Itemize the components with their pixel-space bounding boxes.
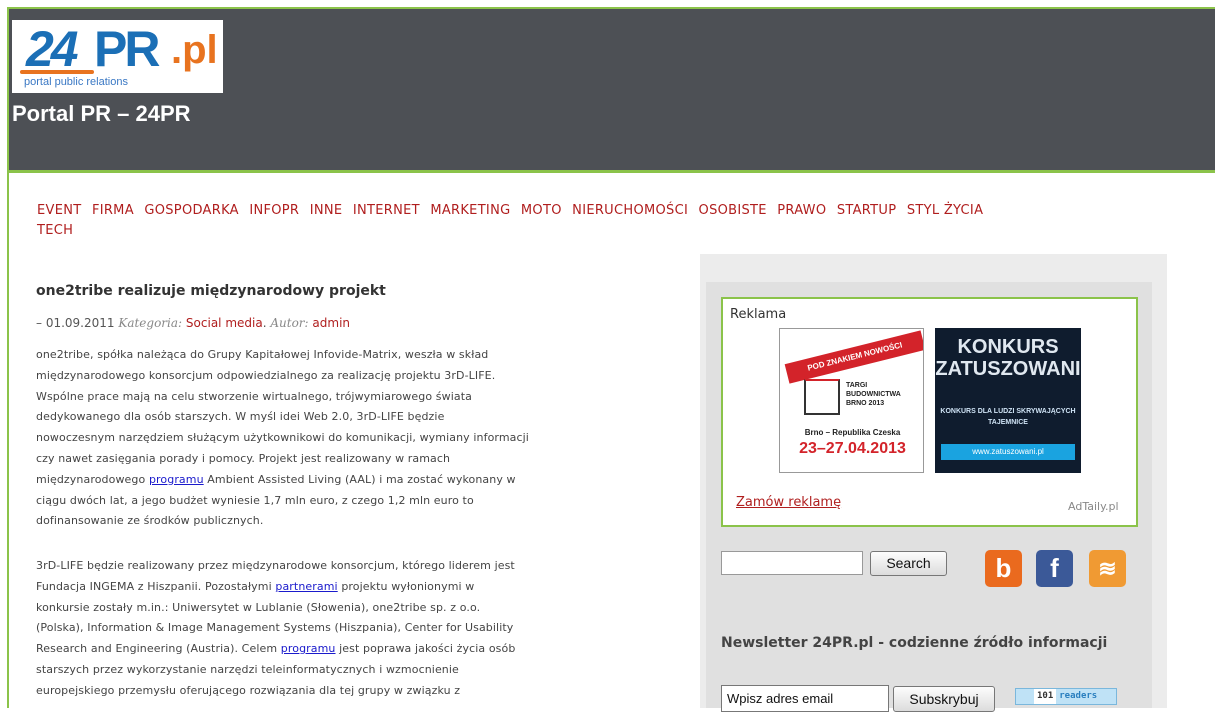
facebook-icon[interactable]: f [1036,550,1073,587]
nav-item-gospodarka[interactable]: GOSPODARKA [144,203,239,218]
readers-badge[interactable]: 101 readers [1015,688,1117,705]
post-paragraph-2: 3rD-LIFE będzie realizowany przez między… [36,556,636,702]
text-line: nowoczesnym narzędziem służącym użytkown… [36,431,529,445]
ad-ribbon: POD ZNAKIEM NOWOŚCI [784,330,923,384]
logo-swoosh [20,70,94,74]
ad2-subtitle: KONKURS DLA LUDZI SKRYWAJĄCYCH TAJEMNICE [940,408,1076,426]
fair-logo-icon [804,379,840,415]
ad-title: Reklama [730,307,787,322]
author-label: Autor: [270,316,309,330]
nav-item-firma[interactable]: FIRMA [92,203,134,218]
text-line: dofinansowanie ze środków publicznych. [36,514,264,528]
search-button[interactable]: Search [870,551,947,576]
text-line: konkursie zostały m.in.: Uniwersytet w L… [36,600,481,614]
ad-fair-name: TARGI BUDOWNICTWA BRNO 2013 [846,382,901,407]
program-link[interactable]: programu [149,473,204,486]
partners-link[interactable]: partnerami [275,580,337,593]
rss-icon[interactable]: ≋ [1089,550,1126,587]
nav-item-osobiste[interactable]: OSOBISTE [699,203,767,218]
text-line: ciągu dwóch lat, a jego budżet wyniesie … [36,493,474,507]
order-ad-link[interactable]: Zamów reklamę [736,495,841,510]
nav-item-nieruchomosci[interactable]: NIERUCHOMOŚCI [572,203,688,218]
text-line: 3rD-LIFE będzie realizowany przez między… [36,559,515,572]
newsletter-title: Newsletter 24PR.pl - codzienne źródło in… [721,635,1108,651]
text-line: starszych przez wykorzystanie narzędzi t… [36,662,459,676]
nav-item-moto[interactable]: MOTO [521,203,562,218]
blip-icon[interactable]: b [985,550,1022,587]
text-line: one2tribe, spółka należąca do Grupy Kapi… [36,348,489,361]
ad-date: 23–27.04.2013 [799,440,906,457]
text-line: Research and Engineering (Austria). Cele… [36,642,516,656]
post-date: – 01.09.2011 [36,316,115,330]
nav-item-startup[interactable]: STARTUP [837,203,897,218]
post-meta: – 01.09.2011 Kategoria: Social media. Au… [36,316,351,330]
text-line: europejskiego przemysłu oferującego rozw… [36,683,461,697]
post-author-link[interactable]: admin [312,316,350,330]
post-title[interactable]: one2tribe realizuje międzynarodowy proje… [36,283,386,299]
nav-item-internet[interactable]: INTERNET [353,203,420,218]
readers-label: readers [1059,691,1098,701]
text-line: czy nawet zasięgania porady i pomocy. Pr… [36,451,451,465]
ad2-url: www.zatuszowani.pl [941,444,1075,460]
nav-item-inne[interactable]: INNE [310,203,343,218]
subscribe-button[interactable]: Subskrybuj [893,686,995,712]
text-line: Fundacja INGEMA z Hiszpanii. Pozostałymi… [36,579,475,593]
program-link-2[interactable]: programu [281,642,336,655]
text-line: dedykowanego dla osób starszych. W myśl … [36,410,445,424]
search-input[interactable] [721,551,863,575]
logo-pr: PR [94,21,160,77]
header-divider [9,170,1215,173]
ad-banner-zatuszowani[interactable]: KONKURS ZATUSZOWANI KONKURS DLA LUDZI SK… [935,328,1081,473]
nav-item-styl-zycia[interactable]: STYL ŻYCIA [907,203,983,218]
text-line: międzynarodowego konsorcjum odpowiedzial… [36,368,496,382]
nav-item-marketing[interactable]: MARKETING [430,203,510,218]
text-line: (Polska), Information & Image Management… [36,621,514,635]
post-category-link[interactable]: Social media [186,316,263,330]
site-title[interactable]: Portal PR – 24PR [12,101,191,127]
site-logo[interactable]: 24 PR .pl portal public relations [12,20,223,93]
logo-tagline: portal public relations [24,76,128,88]
nav-item-event[interactable]: EVENT [37,203,82,218]
readers-count: 101 [1034,689,1057,704]
ad2-title: KONKURS ZATUSZOWANI [935,336,1081,380]
nav-item-tech[interactable]: TECH [37,223,73,238]
ad-banner-targi[interactable]: POD ZNAKIEM NOWOŚCI TARGI BUDOWNICTWA BR… [779,328,924,473]
text-line: Wspólne prace mają na celu stworzenie wi… [36,389,472,403]
text-line: międzynarodowego programu Ambient Assist… [36,472,516,486]
adtaily-label[interactable]: AdTaily.pl [1068,500,1119,513]
ad-city: Brno – Republika Czeska [804,428,901,437]
category-label: Kategoria: [118,316,183,330]
nav-item-prawo[interactable]: PRAWO [777,203,826,218]
post-paragraph-1: one2tribe, spółka należąca do Grupy Kapi… [36,345,636,532]
nav-item-infopr[interactable]: INFOPR [249,203,299,218]
category-nav: EVENT FIRMA GOSPODARKA INFOPR INNE INTER… [37,201,1167,241]
logo-tld: .pl [171,28,218,72]
